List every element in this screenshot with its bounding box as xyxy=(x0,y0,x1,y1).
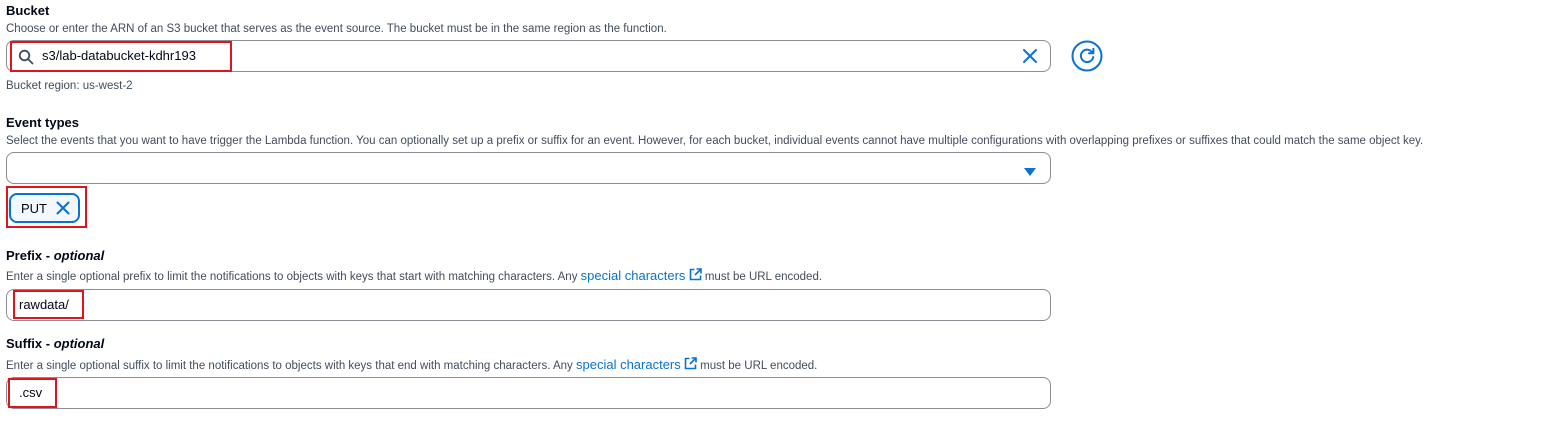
bucket-input[interactable]: s3/lab-databucket-kdhr193 xyxy=(6,40,1051,72)
bucket-input-value: s3/lab-databucket-kdhr193 xyxy=(42,48,196,63)
suffix-input-value: .csv xyxy=(19,385,43,400)
refresh-icon xyxy=(1071,40,1103,72)
prefix-input[interactable]: rawdata/ xyxy=(6,289,1051,321)
prefix-special-characters-link[interactable]: special characters xyxy=(581,268,686,283)
event-types-label: Event types xyxy=(6,115,79,130)
caret-down-icon xyxy=(1024,164,1036,176)
external-link-icon[interactable] xyxy=(684,357,697,370)
bucket-label: Bucket xyxy=(6,3,50,18)
event-token-put: PUT xyxy=(9,193,80,223)
prefix-optional-tag: optional xyxy=(53,248,105,263)
bucket-region: Bucket region: us-west-2 xyxy=(6,80,133,92)
suffix-label: Suffix - optional xyxy=(6,336,105,351)
external-link-icon[interactable] xyxy=(689,268,702,281)
event-types-description: Select the events that you want to have … xyxy=(6,135,1424,147)
prefix-description: Enter a single optional prefix to limit … xyxy=(6,268,823,283)
clear-icon[interactable] xyxy=(1022,48,1038,64)
remove-token-icon[interactable] xyxy=(56,201,70,215)
search-icon xyxy=(18,49,34,65)
suffix-special-characters-link[interactable]: special characters xyxy=(576,357,681,372)
event-types-select[interactable] xyxy=(6,152,1051,184)
prefix-label: Prefix - optional xyxy=(6,248,105,263)
refresh-button[interactable] xyxy=(1071,40,1103,72)
prefix-input-value: rawdata/ xyxy=(19,297,69,312)
suffix-description: Enter a single optional suffix to limit … xyxy=(6,357,818,372)
suffix-optional-tag: optional xyxy=(53,336,105,351)
event-token-label: PUT xyxy=(21,201,47,216)
bucket-description: Choose or enter the ARN of an S3 bucket … xyxy=(6,23,667,35)
suffix-input[interactable]: .csv xyxy=(6,377,1051,409)
